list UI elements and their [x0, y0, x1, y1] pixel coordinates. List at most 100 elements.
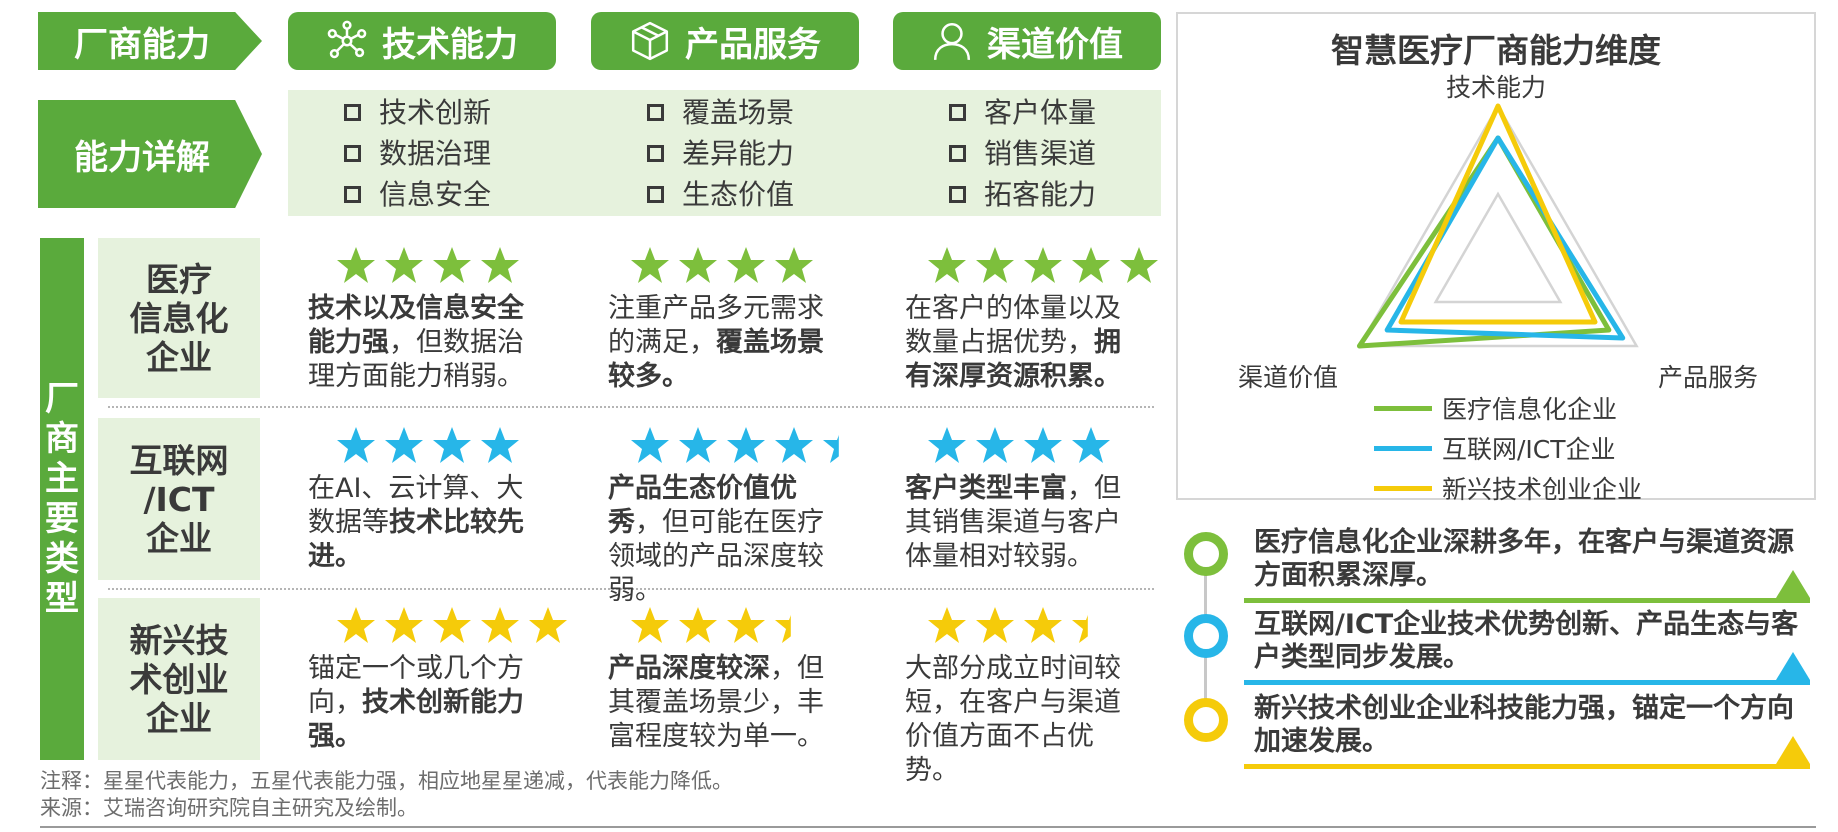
row-label-line: 医疗 — [146, 259, 212, 299]
vertical-label-char: 类 — [45, 539, 79, 579]
star-icon — [1024, 607, 1062, 643]
star-icon — [727, 247, 765, 283]
axis-label-product: 产品服务 — [1658, 363, 1759, 392]
star-rating — [630, 246, 814, 284]
body-text: 在客户的体量以及数量占据优势， — [905, 293, 1121, 358]
star-icon — [1072, 427, 1110, 463]
highlight-text: 产品深度较深 — [608, 653, 770, 684]
legend-label: 新兴技术创业企业 — [1442, 475, 1643, 504]
legend-swatch — [1374, 405, 1432, 411]
star-rating — [336, 606, 568, 644]
column-header-product: 产品服务 — [591, 12, 859, 70]
summary-underline — [1244, 764, 1810, 769]
vertical-label-char: 型 — [45, 579, 79, 619]
star-icon — [337, 607, 375, 643]
list-item-label: 覆盖场景 — [682, 96, 795, 129]
star-icon — [385, 607, 423, 643]
star-rating — [630, 426, 862, 464]
triangle-icon — [1776, 652, 1810, 680]
star-rating — [336, 246, 520, 284]
cube-icon — [631, 21, 669, 61]
list-item: 技术创新 — [344, 92, 491, 133]
summary-underline — [1244, 680, 1810, 685]
list-item: 生态价值 — [647, 174, 794, 215]
list-item: 销售渠道 — [949, 133, 1096, 174]
checkbox-icon — [344, 145, 361, 162]
star-rating — [336, 426, 520, 464]
list-item: 信息安全 — [344, 174, 491, 215]
list-item-label: 客户体量 — [984, 96, 1097, 129]
star-icon — [433, 607, 471, 643]
column-header-tech-label: 技术能力 — [382, 24, 518, 65]
checkbox-icon — [647, 186, 664, 203]
list-item-label: 拓客能力 — [984, 178, 1097, 211]
checkbox-icon — [344, 186, 361, 203]
star-icon — [976, 607, 1014, 643]
star-icon — [481, 607, 519, 643]
list-item: 数据治理 — [344, 133, 491, 174]
star-icon — [529, 607, 567, 643]
axis-label-channel: 渠道价值 — [1238, 363, 1339, 392]
star-icon — [727, 427, 765, 463]
row-header-ability-label: 厂商能力 — [74, 24, 210, 65]
star-icon — [679, 607, 717, 643]
star-icon — [775, 427, 813, 463]
list-item-label: 数据治理 — [379, 137, 492, 170]
legend-item: 医疗信息化企业 — [1374, 390, 1642, 426]
half-star-icon — [823, 435, 839, 463]
star-icon — [631, 427, 669, 463]
cell-description: 产品深度较深，但其覆盖场景少，丰富程度较为单一。 — [608, 652, 838, 754]
triangle-icon — [1776, 570, 1810, 598]
star-icon — [679, 427, 717, 463]
chart-legend: 医疗信息化企业 互联网/ICT企业 新兴技术创业企业 — [1374, 390, 1642, 506]
legend-label: 医疗信息化企业 — [1442, 395, 1618, 424]
star-icon — [928, 247, 966, 283]
star-rating — [927, 246, 1159, 284]
detail-list-tech: 技术创新 数据治理 信息安全 — [344, 92, 491, 215]
row-label-line: 信息化 — [129, 298, 229, 338]
row-label-line: 术创业 — [129, 659, 229, 699]
row-label-internet-ict: 互联网 /ICT 企业 — [98, 418, 260, 580]
body-text: ，但可能在医疗领域的产品深度较弱。 — [608, 507, 824, 606]
half-star-icon — [775, 615, 791, 643]
star-rating — [927, 606, 1111, 644]
summary-text: 新兴技术创业企业科技能力强，锚定一个方向加速发展。 — [1254, 693, 1794, 757]
summary-ring-icon — [1184, 532, 1228, 576]
star-icon — [631, 607, 669, 643]
cell-description: 产品生态价值优秀，但可能在医疗领域的产品深度较弱。 — [608, 472, 838, 608]
cell-description: 技术以及信息安全能力强，但数据治理方面能力稍弱。 — [308, 292, 538, 394]
axis-label-tech: 技术能力 — [1446, 73, 1547, 102]
column-header-product-label: 产品服务 — [685, 24, 821, 65]
molecule-icon — [327, 20, 367, 59]
highlight-text: 客户类型丰富 — [905, 473, 1067, 504]
checkbox-icon — [949, 145, 966, 162]
star-icon — [433, 427, 471, 463]
star-icon — [928, 427, 966, 463]
cell-description: 锚定一个或几个方向，技术创新能力强。 — [308, 652, 538, 754]
star-icon — [433, 247, 471, 283]
star-icon — [1120, 247, 1158, 283]
checkbox-icon — [647, 145, 664, 162]
summary-ring-icon — [1184, 698, 1228, 742]
list-item: 客户体量 — [949, 92, 1096, 133]
row-label-medical-it: 医疗 信息化 企业 — [98, 238, 260, 398]
cell-description: 注重产品多元需求的满足，覆盖场景较多。 — [608, 292, 838, 394]
star-rating — [927, 426, 1111, 464]
list-item-label: 生态价值 — [682, 178, 795, 211]
list-item-label: 销售渠道 — [984, 137, 1097, 170]
row-header-ability: 厂商能力 — [38, 12, 262, 70]
row-label-line: 互联网 — [129, 440, 229, 480]
triangle-icon — [1776, 736, 1810, 764]
row-header-detail-label: 能力详解 — [74, 137, 210, 178]
summary-ring-icon — [1184, 614, 1228, 658]
person-icon — [933, 22, 971, 60]
star-rating — [630, 606, 814, 644]
body-text: 大部分成立时间较短，在客户与渠道价值方面不占优势。 — [905, 653, 1121, 786]
checkbox-icon — [949, 186, 966, 203]
cell-description: 客户类型丰富，但其销售渠道与客户体量相对较弱。 — [905, 472, 1145, 574]
column-header-channel-label: 渠道价值 — [987, 24, 1123, 65]
star-icon — [481, 247, 519, 283]
star-icon — [481, 427, 519, 463]
star-icon — [1024, 247, 1062, 283]
row-label-line: 企业 — [146, 698, 212, 738]
